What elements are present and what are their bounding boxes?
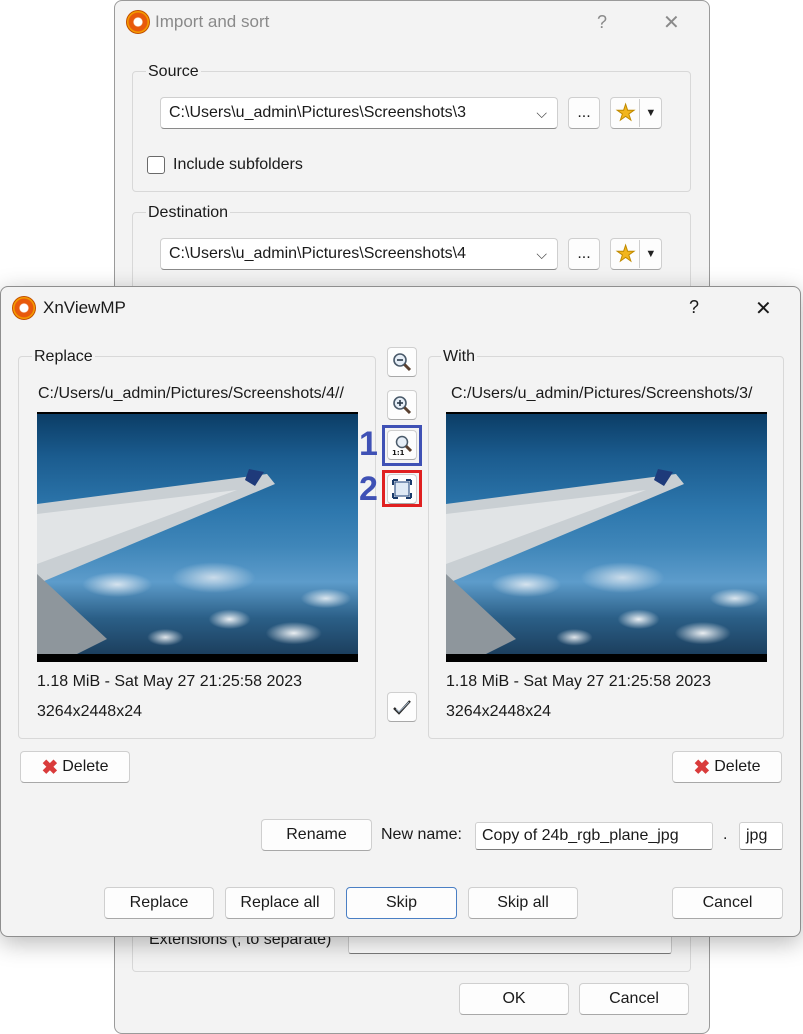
with-delete-button[interactable]: ✖ Delete — [672, 751, 782, 783]
zoom-out-icon — [393, 353, 412, 372]
conflict-help-button[interactable]: ? — [689, 297, 699, 318]
with-panel-label: With — [441, 348, 477, 366]
zoom-in-button[interactable] — [387, 390, 417, 420]
replace-image-preview[interactable] — [37, 412, 358, 662]
photo-airplane-wing — [37, 414, 358, 654]
annotation-box-1 — [382, 425, 422, 466]
annotation-box-2 — [382, 470, 422, 507]
annotation-number-1: 1 — [359, 425, 378, 463]
destination-label: Destination — [146, 204, 231, 222]
dropdown-arrow-icon: ▼ — [639, 240, 656, 268]
source-path-combo[interactable]: C:\Users\u_admin\Pictures\Screenshots\3 … — [160, 97, 558, 129]
destination-browse-button[interactable]: ... — [568, 238, 600, 270]
import-cancel-button[interactable]: Cancel — [579, 983, 689, 1015]
xnview-app-icon — [126, 10, 150, 34]
new-name-input[interactable]: Copy of 24b_rgb_plane_jpg — [475, 822, 713, 850]
replace-delete-label: Delete — [62, 758, 109, 775]
delete-x-icon: ✖ — [693, 756, 711, 779]
star-icon: ★ — [615, 241, 636, 267]
destination-path-combo[interactable]: C:\Users\u_admin\Pictures\Screenshots\4 … — [160, 238, 558, 270]
rename-button[interactable]: Rename — [261, 819, 372, 851]
source-label: Source — [146, 63, 201, 81]
with-file-path: C:/Users/u_admin/Pictures/Screenshots/3/ — [451, 385, 753, 402]
replace-file-dimensions: 3264x2448x24 — [37, 703, 142, 720]
replace-button[interactable]: Replace — [104, 887, 214, 919]
star-icon: ★ — [615, 100, 636, 126]
replace-file-info: 1.18 MiB - Sat May 27 21:25:58 2023 — [37, 673, 303, 690]
zoom-out-button[interactable] — [387, 347, 417, 377]
import-dialog-title: Import and sort — [155, 12, 270, 31]
extension-dot: . — [723, 826, 728, 843]
delete-x-icon: ✖ — [41, 756, 59, 779]
airplane-wing-graphic — [446, 469, 684, 654]
include-subfolders-checkbox[interactable] — [147, 156, 165, 174]
new-name-label: New name: — [381, 826, 462, 843]
include-subfolders-label: Include subfolders — [173, 156, 303, 173]
replace-panel-label: Replace — [32, 348, 95, 366]
with-image-preview[interactable] — [446, 412, 767, 662]
photo-airplane-wing — [446, 414, 767, 654]
annotation-number-2: 2 — [359, 470, 378, 508]
import-ok-button[interactable]: OK — [459, 983, 569, 1015]
destination-favorites-button[interactable]: ★ ▼ — [610, 238, 662, 270]
import-help-button[interactable]: ? — [597, 12, 607, 33]
destination-path-value: C:\Users\u_admin\Pictures\Screenshots\4 — [169, 245, 467, 262]
chevron-down-icon: ⌵ — [536, 246, 547, 262]
airplane-wing-graphic — [37, 469, 275, 654]
cancel-button[interactable]: Cancel — [672, 887, 783, 919]
with-delete-label: Delete — [714, 758, 761, 775]
extension-input[interactable]: jpg — [739, 822, 783, 850]
source-path-value: C:\Users\u_admin\Pictures\Screenshots\3 — [169, 104, 467, 121]
source-favorites-button[interactable]: ★ ▼ — [610, 97, 662, 129]
conflict-dialog-title: XnViewMP — [43, 298, 126, 317]
zoom-in-icon — [393, 396, 412, 415]
replace-delete-button[interactable]: ✖ Delete — [20, 751, 130, 783]
dropdown-arrow-icon: ▼ — [639, 99, 656, 127]
replace-all-button[interactable]: Replace all — [225, 887, 335, 919]
skip-button[interactable]: Skip — [346, 887, 457, 919]
with-file-dimensions: 3264x2448x24 — [446, 703, 551, 720]
compare-check-button[interactable] — [387, 692, 417, 722]
import-close-button[interactable]: ✕ — [663, 10, 680, 35]
chevron-down-icon: ⌵ — [536, 105, 547, 121]
checkmark-icon — [393, 700, 411, 715]
source-browse-button[interactable]: ... — [568, 97, 600, 129]
with-file-info: 1.18 MiB - Sat May 27 21:25:58 2023 — [446, 673, 712, 690]
skip-all-button[interactable]: Skip all — [468, 887, 578, 919]
conflict-close-button[interactable]: ✕ — [755, 296, 772, 321]
replace-file-path: C:/Users/u_admin/Pictures/Screenshots/4/… — [38, 385, 344, 402]
xnview-app-icon — [12, 296, 36, 320]
